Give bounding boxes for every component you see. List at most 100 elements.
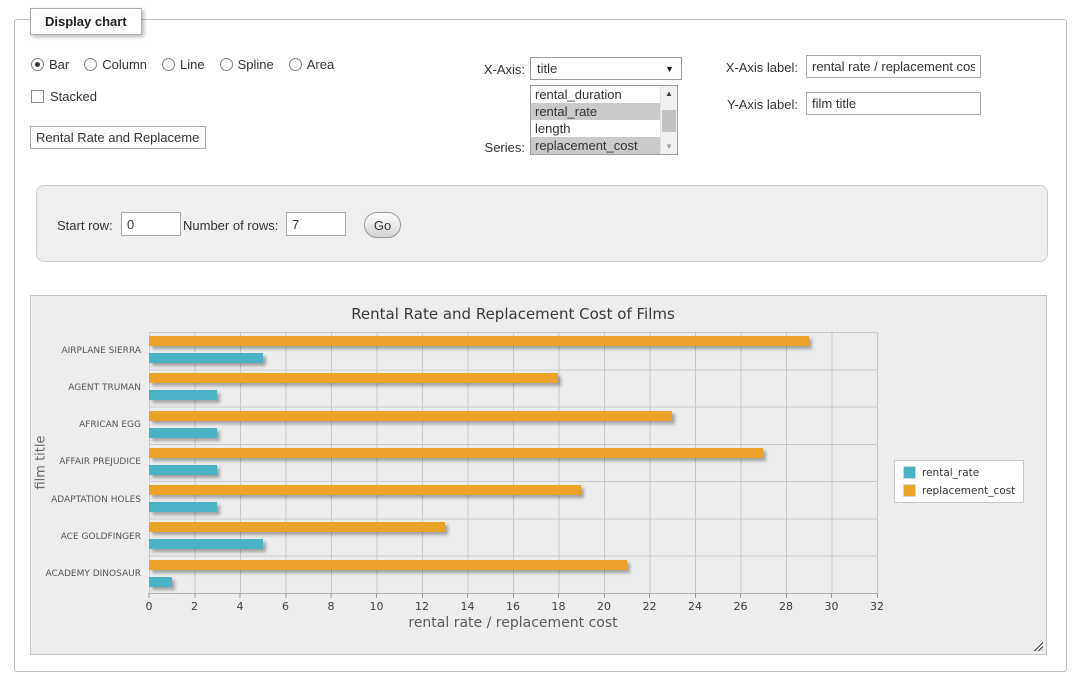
legend-label: rental_rate	[922, 467, 979, 479]
bar-rental_rate	[149, 353, 263, 363]
scroll-up-icon[interactable]: ▲	[661, 86, 677, 101]
tick-label: 22	[643, 600, 657, 613]
legend-swatch-replacement_cost	[903, 484, 916, 497]
radio-icon[interactable]	[220, 58, 233, 71]
x-tick: 26	[734, 593, 748, 613]
chart-title-input[interactable]	[30, 126, 206, 149]
chart-type-option-line[interactable]: Line	[162, 57, 205, 72]
tick-label: 30	[825, 600, 839, 613]
x-tick: 18	[552, 593, 566, 613]
x-tick: 14	[461, 593, 475, 613]
x-axis-select[interactable]: title ▼	[530, 57, 682, 80]
tick-mark	[740, 593, 741, 598]
start-row-label: Start row:	[57, 218, 113, 233]
x-tick: 20	[597, 593, 611, 613]
scroll-down-icon[interactable]: ▼	[661, 139, 677, 154]
category-label: ADAPTATION HOLES	[35, 481, 141, 518]
legend-item: replacement_cost	[903, 484, 1015, 497]
series-scrollbar[interactable]: ▲ ▼	[660, 86, 677, 154]
x-axis-label-input[interactable]	[806, 55, 981, 78]
row-controls-panel: Start row: Number of rows: Go	[36, 185, 1048, 262]
chart-type-option-column[interactable]: Column	[84, 57, 147, 72]
legend-item: rental_rate	[903, 466, 1015, 479]
x-tick: 6	[282, 593, 289, 613]
tick-label: 14	[461, 600, 475, 613]
chevron-down-icon: ▼	[665, 65, 674, 74]
bar-rental_rate	[149, 577, 172, 587]
tick-label: 8	[328, 600, 335, 613]
category-row	[149, 332, 877, 369]
tick-mark	[240, 593, 241, 598]
tick-mark	[558, 593, 559, 598]
tick-mark	[376, 593, 377, 598]
series-option-replacement_cost[interactable]: replacement_cost	[531, 137, 660, 154]
x-tick: 0	[146, 593, 153, 613]
x-tick: 22	[643, 593, 657, 613]
bar-replacement_cost	[149, 411, 672, 421]
series-listbox[interactable]: rental_durationrental_ratelengthreplacem…	[530, 85, 678, 155]
y-axis-label-label: Y-Axis label:	[705, 97, 798, 112]
tick-mark	[194, 593, 195, 598]
y-axis-label-input[interactable]	[806, 92, 981, 115]
stacked-checkbox[interactable]	[31, 90, 44, 103]
chart-type-option-bar[interactable]: Bar	[31, 57, 69, 72]
chart-type-option-spline[interactable]: Spline	[220, 57, 274, 72]
category-row	[149, 481, 877, 518]
x-tick: 16	[506, 593, 520, 613]
x-axis-selected-value: title	[537, 61, 557, 76]
x-tick: 32	[870, 593, 884, 613]
tick-mark	[831, 593, 832, 598]
radio-icon[interactable]	[162, 58, 175, 71]
x-tick: 2	[191, 593, 198, 613]
series-option-rental_duration[interactable]: rental_duration	[531, 86, 660, 103]
resize-handle-icon[interactable]	[1032, 640, 1043, 651]
category-label: ACADEMY DINOSAUR	[35, 556, 141, 593]
x-axis-title: rental rate / replacement cost	[149, 615, 877, 631]
chart-type-option-area[interactable]: Area	[289, 57, 334, 72]
radio-icon[interactable]	[31, 58, 44, 71]
radio-icon[interactable]	[289, 58, 302, 71]
num-rows-label: Number of rows:	[183, 218, 278, 233]
tick-label: 18	[552, 600, 566, 613]
radio-icon[interactable]	[84, 58, 97, 71]
x-tick: 10	[370, 593, 384, 613]
x-tick: 28	[779, 593, 793, 613]
tick-mark	[786, 593, 787, 598]
bar-replacement_cost	[149, 336, 809, 346]
tick-label: 12	[415, 600, 429, 613]
tick-mark	[695, 593, 696, 598]
tick-label: 32	[870, 600, 884, 613]
series-option-length[interactable]: length	[531, 120, 660, 137]
x-tick: 30	[825, 593, 839, 613]
scrollbar-thumb[interactable]	[662, 110, 676, 132]
start-row-input[interactable]	[121, 212, 181, 236]
category-row	[149, 556, 877, 593]
tick-label: 4	[237, 600, 244, 613]
num-rows-input[interactable]	[286, 212, 346, 236]
chart-type-radiogroup: Bar Column Line Spline Area	[31, 57, 334, 72]
tick-mark	[331, 593, 332, 598]
category-labels: AIRPLANE SIERRAAGENT TRUMANAFRICAN EGGAF…	[35, 332, 141, 593]
stacked-checkbox-row[interactable]: Stacked	[31, 89, 97, 104]
tick-label: 24	[688, 600, 702, 613]
series-option-rental_rate[interactable]: rental_rate	[531, 103, 660, 120]
legend-swatch-rental_rate	[903, 466, 916, 479]
chart-legend: rental_rate replacement_cost	[894, 460, 1024, 503]
tick-mark	[649, 593, 650, 598]
tick-mark	[604, 593, 605, 598]
bar-replacement_cost	[149, 560, 627, 570]
tick-label: 6	[282, 600, 289, 613]
category-label: AFFAIR PREJUDICE	[35, 444, 141, 481]
category-row	[149, 444, 877, 481]
bar-rental_rate	[149, 428, 217, 438]
category-label: ACE GOLDFINGER	[35, 518, 141, 555]
bar-replacement_cost	[149, 522, 445, 532]
tick-label: 20	[597, 600, 611, 613]
stacked-label: Stacked	[50, 89, 97, 104]
go-button[interactable]: Go	[364, 212, 401, 238]
tick-mark	[285, 593, 286, 598]
tick-label: 2	[191, 600, 198, 613]
x-tick: 8	[328, 593, 335, 613]
x-tick: 24	[688, 593, 702, 613]
bar-replacement_cost	[149, 448, 763, 458]
